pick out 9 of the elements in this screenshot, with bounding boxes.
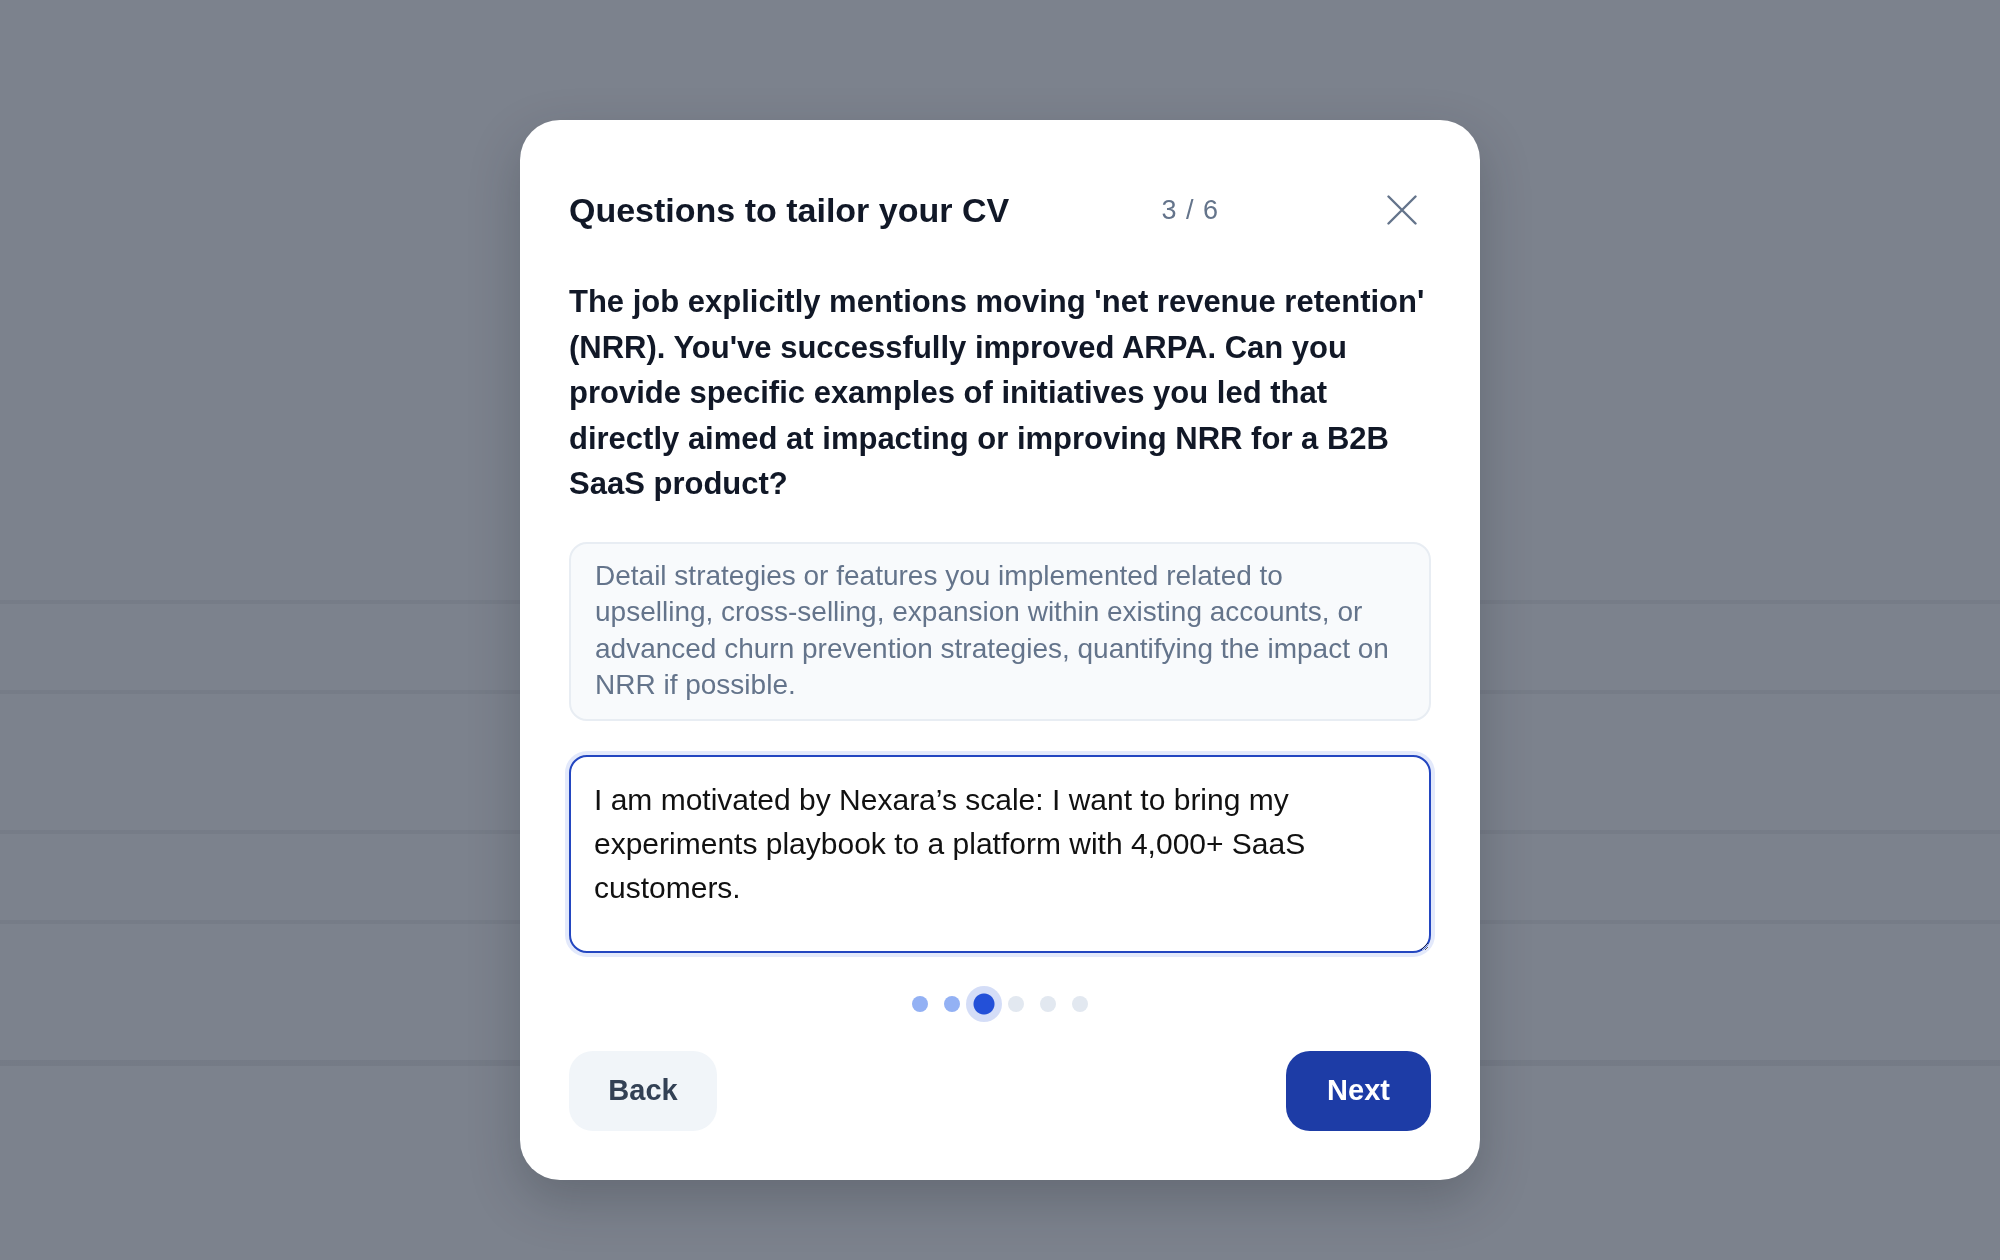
- dialog-title: Questions to tailor your CV: [569, 190, 1010, 230]
- answer-field[interactable]: I am motivated by Nexara’s scale: I want to bring my experiments playbook to a platform with 4,000+ SaaS customers.: [569, 754, 1431, 953]
- question-text: The job explicitly mentions moving 'net revenue retention' (NRR). You've successfully improved ARPA. Can you provide specific examples of initiatives you led that directly aimed at impacting or improving NRR for a B2B SaaS product?: [569, 283, 1426, 503]
- back-button[interactable]: Back: [569, 1050, 717, 1131]
- close-icon: [1387, 195, 1417, 225]
- close-button[interactable]: [1387, 195, 1417, 225]
- answer-hint: Detail strategies or features you implemented related to upselling, cross-selling, expansion within existing accounts, or advanced churn prevention strategies, quantifying the impact on NRR if possible.: [569, 541, 1431, 721]
- next-button[interactable]: Next: [1286, 1050, 1431, 1131]
- step-counter: 3 / 6: [1161, 194, 1219, 226]
